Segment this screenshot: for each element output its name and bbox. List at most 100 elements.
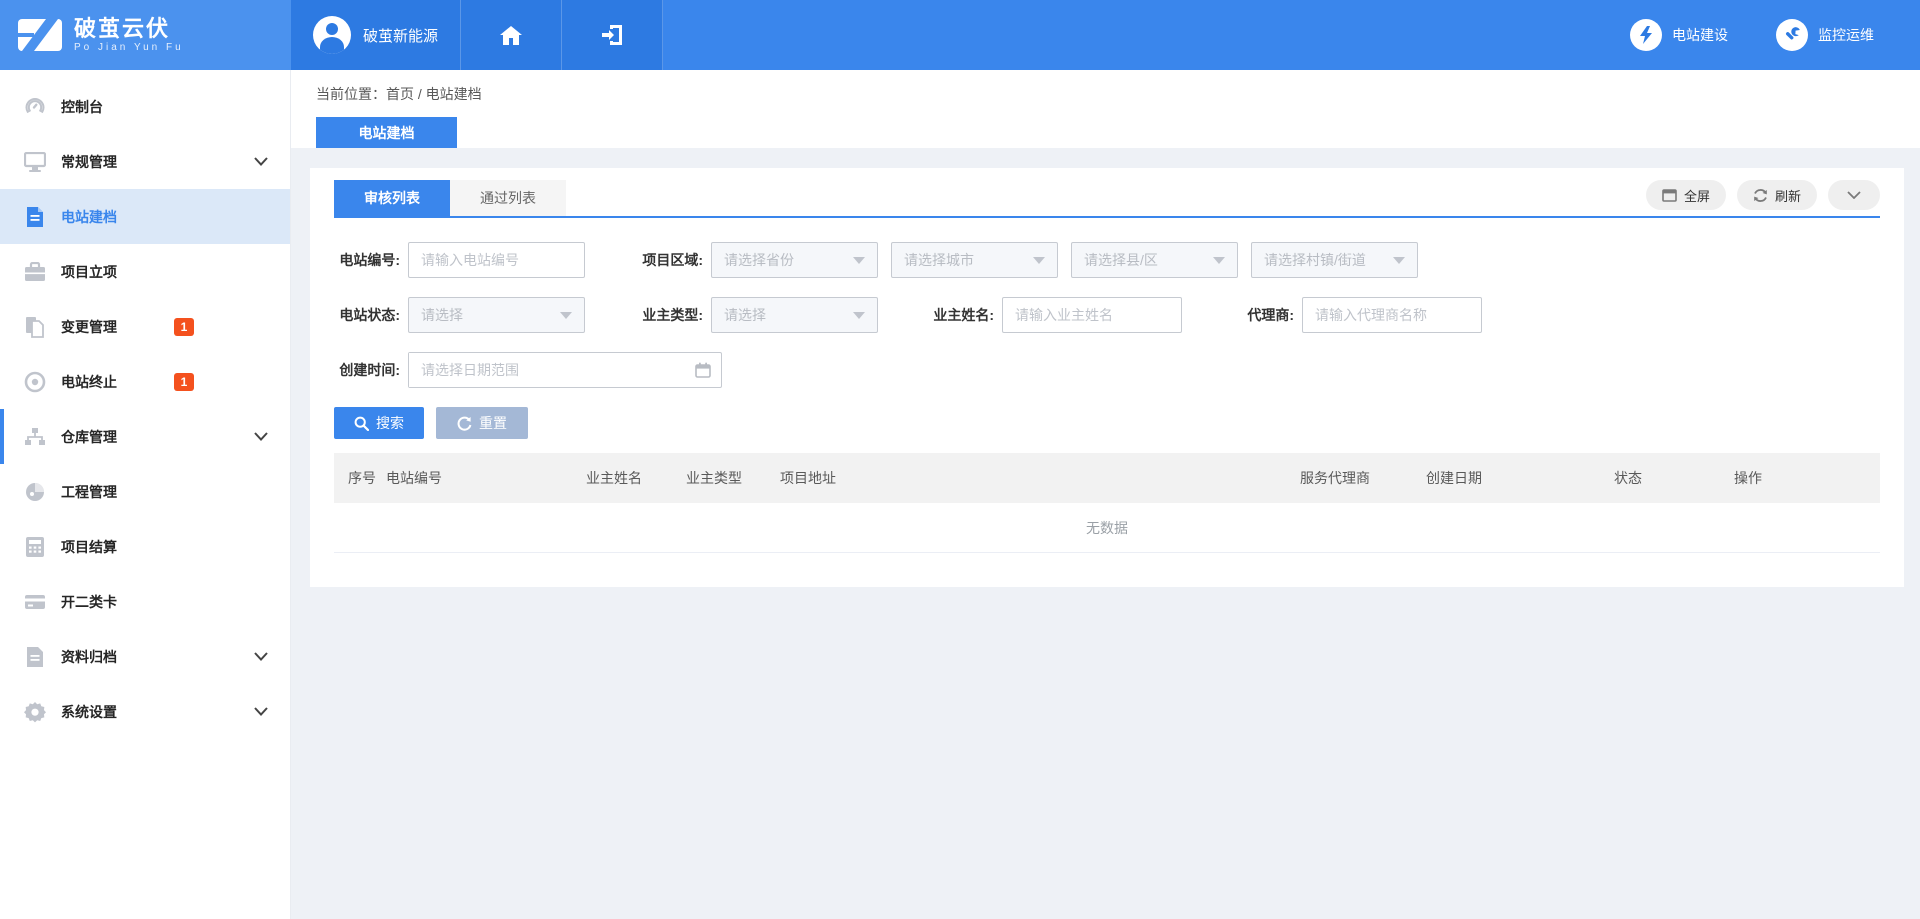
sidebar: 控制台 常规管理 电站建档 项目立项 <box>0 70 291 919</box>
caret-down-icon <box>853 257 865 264</box>
sidebar-item-engineering-mgmt[interactable]: 工程管理 <box>0 464 290 519</box>
target-icon <box>24 371 46 393</box>
fullscreen-icon <box>1662 189 1677 202</box>
brand-logo-icon <box>18 19 62 51</box>
results-table: 序号 电站编号 业主姓名 业主类型 项目地址 服务代理商 创建日期 状态 操作 … <box>334 453 1880 553</box>
fullscreen-button[interactable]: 全屏 <box>1646 180 1726 210</box>
sidebar-item-general-mgmt[interactable]: 常规管理 <box>0 134 290 189</box>
col-actions: 操作 <box>1730 468 1880 488</box>
sidebar-item-system-settings[interactable]: 系统设置 <box>0 684 290 739</box>
avatar <box>313 16 351 54</box>
home-button[interactable] <box>461 0 562 70</box>
chevron-down-icon <box>254 157 268 166</box>
document-icon <box>24 206 46 228</box>
date-range-picker[interactable] <box>408 352 722 388</box>
tab-approved-list[interactable]: 通过列表 <box>450 180 566 216</box>
sidebar-item-change-mgmt[interactable]: 变更管理 1 <box>0 299 290 354</box>
chevron-down-icon <box>254 707 268 716</box>
refresh-button[interactable]: 刷新 <box>1737 180 1817 210</box>
copy-icon <box>24 316 46 338</box>
gauge-icon <box>24 96 46 118</box>
owner-type-select[interactable]: 请选择 <box>711 297 878 333</box>
sidebar-item-open-type2-card[interactable]: 开二类卡 <box>0 574 290 629</box>
nav-monitor-ops[interactable]: 监控运维 <box>1776 19 1874 51</box>
sidebar-item-label: 控制台 <box>61 97 103 117</box>
reset-button[interactable]: 重置 <box>436 407 528 439</box>
brand: 破茧云伏 Po Jian Yun Fu <box>0 0 291 70</box>
col-owner-name: 业主姓名 <box>582 468 682 488</box>
nav-station-build[interactable]: 电站建设 <box>1630 19 1728 51</box>
county-select[interactable]: 请选择县/区 <box>1071 242 1238 278</box>
station-termination-badge: 1 <box>174 373 194 391</box>
date-range-input[interactable] <box>409 353 695 387</box>
sidebar-item-warehouse-mgmt[interactable]: 仓库管理 <box>0 409 290 464</box>
page-tab-station-filing[interactable]: 电站建档 <box>316 117 457 148</box>
station-status-label: 电站状态: <box>334 305 400 325</box>
monitor-icon <box>24 151 46 173</box>
reset-icon <box>457 416 472 431</box>
brand-subtitle: Po Jian Yun Fu <box>74 42 184 53</box>
calendar-icon <box>695 362 711 378</box>
sidebar-item-label: 变更管理 <box>61 317 117 337</box>
brand-title: 破茧云伏 <box>74 17 184 40</box>
sidebar-item-console[interactable]: 控制台 <box>0 79 290 134</box>
sidebar-item-label: 常规管理 <box>61 152 117 172</box>
sidebar-item-project-initiation[interactable]: 项目立项 <box>0 244 290 299</box>
owner-name-input[interactable] <box>1002 297 1182 333</box>
nav-monitor-ops-label: 监控运维 <box>1818 25 1874 45</box>
col-service-agent: 服务代理商 <box>1296 468 1422 488</box>
breadcrumb: 当前位置：首页 / 电站建档 <box>316 84 1920 104</box>
wrench-icon <box>1776 19 1808 51</box>
col-owner-type: 业主类型 <box>682 468 776 488</box>
province-select[interactable]: 请选择省份 <box>711 242 878 278</box>
agent-input[interactable] <box>1302 297 1482 333</box>
sidebar-item-label: 工程管理 <box>61 482 117 502</box>
col-project-address: 项目地址 <box>776 468 1296 488</box>
sidebar-item-label: 电站建档 <box>61 207 117 227</box>
filter-form: 电站编号: 项目区域: 请选择省份 请选择城市 请选择县/区 请选择村镇/街道 <box>334 218 1880 439</box>
logout-button[interactable] <box>562 0 663 70</box>
sidebar-item-label: 系统设置 <box>61 702 117 722</box>
col-status: 状态 <box>1610 468 1730 488</box>
sidebar-item-label: 电站终止 <box>61 372 117 392</box>
sidebar-item-station-termination[interactable]: 电站终止 1 <box>0 354 290 409</box>
table-empty-state: 无数据 <box>334 503 1880 553</box>
chevron-down-icon <box>254 652 268 661</box>
agent-label: 代理商: <box>1238 305 1294 325</box>
breadcrumb-band: 当前位置：首页 / 电站建档 电站建档 <box>291 70 1920 148</box>
change-mgmt-badge: 1 <box>174 318 194 336</box>
home-icon <box>499 24 523 46</box>
sidebar-item-label: 仓库管理 <box>61 427 117 447</box>
created-time-label: 创建时间: <box>334 360 400 380</box>
tab-review-list[interactable]: 审核列表 <box>334 180 450 216</box>
station-no-label: 电站编号: <box>334 250 400 270</box>
breadcrumb-path[interactable]: 首页 / 电站建档 <box>386 86 482 102</box>
table-header-row: 序号 电站编号 业主姓名 业主类型 项目地址 服务代理商 创建日期 状态 操作 <box>334 453 1880 503</box>
region-label: 项目区域: <box>637 250 703 270</box>
station-no-input[interactable] <box>408 242 585 278</box>
owner-type-label: 业主类型: <box>637 305 703 325</box>
town-select[interactable]: 请选择村镇/街道 <box>1251 242 1418 278</box>
caret-down-icon <box>853 312 865 319</box>
content-card: 审核列表 通过列表 全屏 刷新 <box>310 168 1904 587</box>
sidebar-item-label: 项目立项 <box>61 262 117 282</box>
station-status-select[interactable]: 请选择 <box>408 297 585 333</box>
calculator-icon <box>24 536 46 558</box>
main-content: 当前位置：首页 / 电站建档 电站建档 审核列表 通过列表 全屏 <box>291 70 1920 919</box>
top-header: 破茧云伏 Po Jian Yun Fu 破茧新能源 电站建设 <box>0 0 1920 70</box>
sidebar-item-label: 项目结算 <box>61 537 117 557</box>
form-actions: 搜索 重置 <box>334 407 1880 439</box>
sidebar-item-data-archive[interactable]: 资料归档 <box>0 629 290 684</box>
breadcrumb-label: 当前位置： <box>316 86 386 102</box>
collapse-panel-button[interactable] <box>1828 180 1880 210</box>
col-created-date: 创建日期 <box>1422 468 1610 488</box>
user-menu[interactable]: 破茧新能源 <box>291 0 461 70</box>
active-indicator <box>0 409 4 464</box>
city-select[interactable]: 请选择城市 <box>891 242 1058 278</box>
refresh-icon <box>1753 188 1768 203</box>
sidebar-item-station-filing[interactable]: 电站建档 <box>0 189 290 244</box>
sidebar-item-project-settlement[interactable]: 项目结算 <box>0 519 290 574</box>
nav-station-build-label: 电站建设 <box>1672 25 1728 45</box>
briefcase-icon <box>24 261 46 283</box>
search-button[interactable]: 搜索 <box>334 407 424 439</box>
